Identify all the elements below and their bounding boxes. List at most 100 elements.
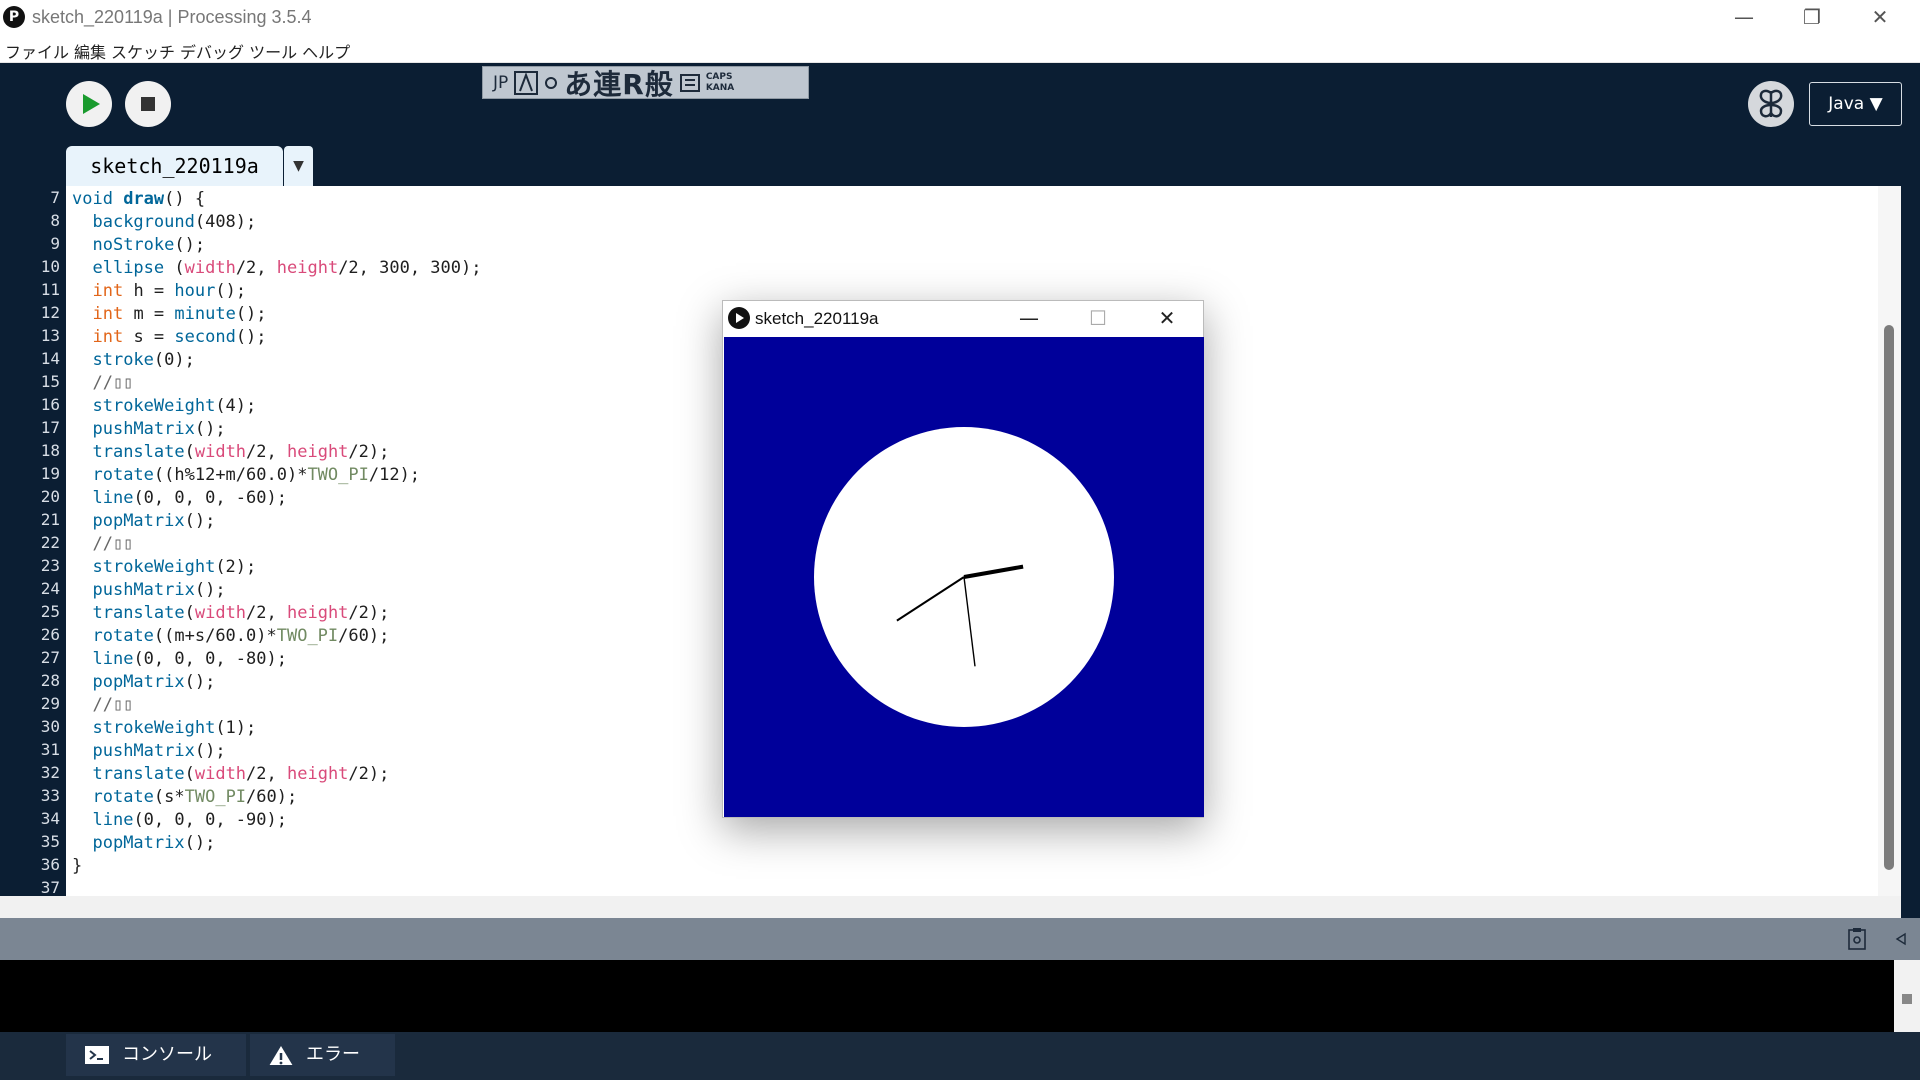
clipboard-icon[interactable] — [1846, 928, 1868, 950]
code-line[interactable]: translate(width/2, height/2); — [72, 441, 481, 464]
code-line[interactable]: background(408); — [72, 211, 481, 234]
code-token: pushMatrix — [92, 419, 195, 439]
line-number: 27 — [40, 648, 60, 667]
ime-tool-icon[interactable] — [544, 76, 558, 90]
code-line[interactable]: rotate((h%12+m/60.0)*TWO_PI/12); — [72, 464, 481, 487]
code-line[interactable]: noStroke(); — [72, 234, 481, 257]
run-button[interactable] — [66, 81, 112, 127]
code-token: void — [72, 189, 124, 209]
code-line[interactable]: void draw() { — [72, 188, 481, 211]
code-token: ((m+s/60.0)* — [153, 626, 277, 646]
editor-scrollbar-thumb[interactable] — [1884, 325, 1894, 870]
code-token: TWO_PI — [276, 626, 339, 646]
code-token: /2); — [348, 764, 390, 784]
menu-debug[interactable]: デバッグ — [175, 36, 244, 63]
code-token: /2, — [235, 258, 277, 278]
code-line[interactable]: strokeWeight(4); — [72, 395, 481, 418]
code-line[interactable]: popMatrix(); — [72, 510, 481, 533]
menu-file[interactable]: ファイル — [0, 36, 69, 63]
collapse-arrow-icon[interactable] — [1894, 932, 1908, 946]
ime-language[interactable]: JP — [493, 73, 508, 93]
code-line[interactable]: translate(width/2, height/2); — [72, 602, 481, 625]
ime-toolbar[interactable]: JP あ連R般 CAPS KANA — [482, 66, 809, 101]
code-line[interactable]: strokeWeight(1); — [72, 717, 481, 740]
ime-mode-chars[interactable]: あ連R般 — [564, 63, 674, 103]
code-line[interactable]: line(0, 0, 0, -90); — [72, 809, 481, 832]
menu-sketch[interactable]: スケッチ — [106, 36, 175, 63]
code-line[interactable]: strokeWeight(2); — [72, 556, 481, 579]
tab-console[interactable]: コンソール — [66, 1034, 246, 1076]
debug-button[interactable] — [1748, 81, 1794, 127]
code-line[interactable]: line(0, 0, 0, -80); — [72, 648, 481, 671]
menu-edit[interactable]: 編集 — [69, 36, 106, 63]
sketch-window[interactable]: sketch_220119a — ☐ ✕ — [722, 300, 1204, 818]
code-token: (0, 0, 0, -60); — [133, 488, 287, 508]
code-line[interactable]: pushMatrix(); — [72, 579, 481, 602]
code-line[interactable]: stroke(0); — [72, 349, 481, 372]
line-number: 33 — [40, 786, 60, 805]
console-scrollbar[interactable] — [1894, 960, 1920, 1032]
code-token: strokeWeight — [92, 396, 216, 416]
code-line[interactable]: pushMatrix(); — [72, 740, 481, 763]
code-lines[interactable]: void draw() { background(408); noStroke(… — [72, 188, 481, 896]
code-line[interactable]: //▯▯ — [72, 372, 481, 395]
code-line[interactable]: int s = second(); — [72, 326, 481, 349]
line-number: 25 — [40, 602, 60, 621]
code-line[interactable]: popMatrix(); — [72, 671, 481, 694]
line-number: 31 — [40, 740, 60, 759]
code-token: /60); — [338, 626, 390, 646]
code-line[interactable]: //▯▯ — [72, 533, 481, 556]
sketch-canvas[interactable] — [724, 337, 1204, 817]
menu-tools[interactable]: ツール — [244, 36, 297, 63]
code-line[interactable]: ellipse (width/2, height/2, 300, 300); — [72, 257, 481, 280]
restore-button[interactable]: ❐ — [1778, 0, 1846, 36]
code-line[interactable]: } — [72, 855, 481, 878]
code-token: /60); — [246, 787, 298, 807]
code-token: (2); — [215, 557, 257, 577]
sketch-minimize-button[interactable]: — — [999, 301, 1059, 337]
sketch-window-title: sketch_220119a — [755, 309, 879, 328]
line-number: 13 — [40, 326, 60, 345]
code-line[interactable]: int m = minute(); — [72, 303, 481, 326]
code-line[interactable]: line(0, 0, 0, -60); — [72, 487, 481, 510]
console-scrollbar-thumb[interactable] — [1902, 994, 1912, 1004]
code-line[interactable]: //▯▯ — [72, 694, 481, 717]
minimize-button[interactable]: — — [1710, 0, 1778, 36]
status-bar — [0, 918, 1920, 960]
code-token: int — [92, 281, 124, 301]
code-line[interactable]: int h = hour(); — [72, 280, 481, 303]
menu-help[interactable]: ヘルプ — [297, 36, 350, 63]
tab-errors[interactable]: エラー — [250, 1034, 395, 1076]
sketch-close-button[interactable]: ✕ — [1137, 301, 1197, 337]
tab-sketch[interactable]: sketch_220119a — [66, 146, 283, 186]
sketch-maximize-button[interactable]: ☐ — [1068, 301, 1128, 337]
line-number: 26 — [40, 625, 60, 644]
ime-input-mode-icon[interactable] — [514, 70, 539, 95]
code-token: (); — [184, 833, 216, 853]
line-number: 7 — [50, 188, 60, 207]
code-token: ( — [184, 442, 195, 462]
tab-menu-button[interactable]: ▼ — [284, 146, 313, 186]
line-number: 35 — [40, 832, 60, 851]
code-line[interactable]: popMatrix(); — [72, 832, 481, 855]
code-line[interactable]: translate(width/2, height/2); — [72, 763, 481, 786]
stop-button[interactable] — [125, 81, 171, 127]
code-token: pushMatrix — [92, 580, 195, 600]
ime-caps: CAPS — [705, 71, 733, 82]
code-line[interactable] — [72, 878, 481, 896]
console-output[interactable] — [0, 960, 1920, 1032]
code-line[interactable]: rotate(s*TWO_PI/60); — [72, 786, 481, 809]
code-line[interactable]: pushMatrix(); — [72, 418, 481, 441]
ime-pad-icon[interactable] — [679, 73, 700, 93]
close-button[interactable]: ✕ — [1846, 0, 1914, 36]
code-token: rotate — [92, 465, 154, 485]
code-line[interactable]: rotate((m+s/60.0)*TWO_PI/60); — [72, 625, 481, 648]
mode-selector[interactable]: Java ▼ — [1809, 82, 1902, 126]
code-token: line — [92, 488, 134, 508]
